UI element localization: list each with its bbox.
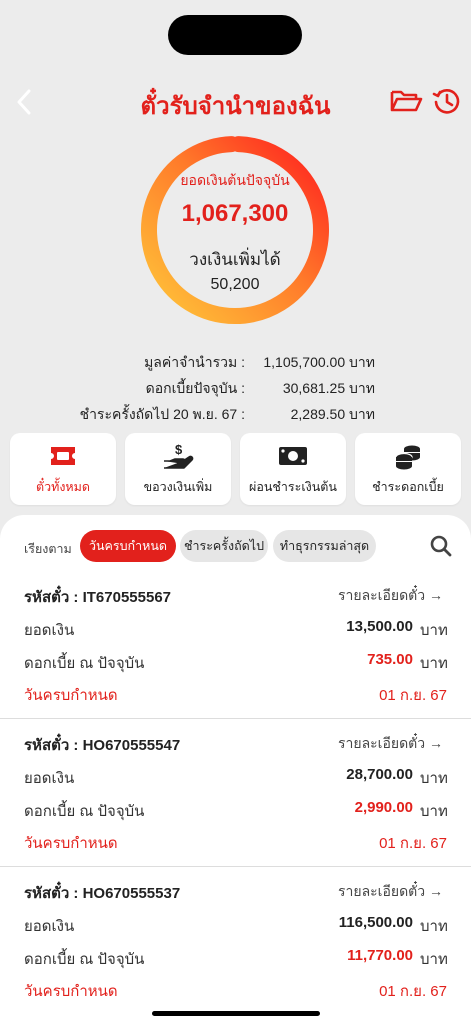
pay-principal-button[interactable]: ผ่อนชำระเงินต้น (240, 433, 346, 505)
ticket-detail-link[interactable]: รายละเอียดตั๋ว → (338, 585, 443, 607)
principal-amount: 28,700.00 (346, 766, 413, 783)
summary-row: มูลค่าจำนำรวม : 1,105,700.00 บาท (0, 352, 471, 374)
ticket-icon (51, 447, 75, 465)
summary-label: มูลค่าจำนำรวม : (144, 354, 245, 370)
interest-amount: 2,990.00 (354, 799, 413, 816)
summary-value: 1,105,700.00 บาท (263, 354, 375, 370)
sort-bar: เรียงตาม วันครบกำหนด ชำระครั้งถัดไป ทำธุ… (0, 530, 471, 562)
currency-unit: บาท (420, 622, 448, 639)
ticket-sheet: เรียงตาม วันครบกำหนด ชำระครั้งถัดไป ทำธุ… (0, 515, 471, 1024)
sort-chip-due-date[interactable]: วันครบกำหนด (80, 530, 176, 562)
due-date: 01 ก.ย. 67 (379, 687, 447, 704)
summary-row: ชำระครั้งถัดไป 20 พ.ย. 67 : 2,289.50 บาท (0, 404, 471, 426)
pay-interest-button[interactable]: ชำระดอกเบี้ย (355, 433, 461, 505)
search-button[interactable] (429, 534, 453, 558)
summary-value: 30,681.25 บาท (282, 380, 375, 396)
summary-value: 2,289.50 บาท (290, 406, 375, 422)
banknote-icon (279, 447, 307, 465)
all-tickets-button[interactable]: ตั๋วทั้งหมด (10, 433, 116, 505)
history-button[interactable] (432, 86, 462, 116)
currency-unit: บาท (420, 803, 448, 820)
ticket-code: รหัสตั๋ว : HO670555547 (24, 737, 181, 754)
home-indicator[interactable] (152, 1011, 320, 1016)
principal-label: ยอดเงิน (24, 918, 75, 935)
ticket-card[interactable]: รหัสตั๋ว : IT670555567 รายละเอียดตั๋ว → … (0, 571, 471, 719)
action-bar: ตั๋วทั้งหมด $ ขอวงเงินเพิ่ม ผ่อนชำระเงิน… (10, 433, 462, 505)
header: ตั๋วรับจำนำของฉัน (0, 80, 471, 124)
ticket-detail-link[interactable]: รายละเอียดตั๋ว → (338, 881, 443, 903)
arrow-right-icon: → (429, 735, 443, 751)
due-date: 01 ก.ย. 67 (379, 835, 447, 852)
sort-chip-latest-transaction[interactable]: ทำธุรกรรมล่าสุด (273, 530, 376, 562)
due-date: 01 ก.ย. 67 (379, 983, 447, 1000)
arrow-right-icon: → (429, 587, 443, 603)
extra-credit-value: 50,200 (210, 276, 260, 293)
request-credit-button[interactable]: $ ขอวงเงินเพิ่ม (125, 433, 231, 505)
sort-label: เรียงตาม (24, 542, 72, 556)
progress-ring (141, 136, 329, 325)
interest-label: ดอกเบี้ย ณ ปัจจุบัน (24, 951, 145, 968)
principal-amount: 116,500.00 (338, 914, 413, 931)
summary-row: ดอกเบี้ยปัจจุบัน : 30,681.25 บาท (0, 378, 471, 400)
principal-label: ยอดเงิน (24, 622, 75, 639)
interest-amount: 11,770.00 (347, 947, 413, 964)
due-date-label: วันครบกำหนด (24, 687, 118, 704)
hand-money-icon: $ (164, 443, 194, 469)
currency-unit: บาท (420, 951, 448, 968)
sort-chip-next-payment[interactable]: ชำระครั้งถัดไป (180, 530, 268, 562)
summary-label: ชำระครั้งถัดไป 20 พ.ย. 67 : (79, 406, 245, 422)
currency-unit: บาท (420, 918, 448, 935)
coins-icon (395, 445, 420, 470)
currency-unit: บาท (420, 770, 448, 787)
principal-amount: 13,500.00 (346, 618, 413, 635)
balance-ring: ยอดเงินต้นปัจจุบัน 1,067,300 วงเงินเพิ่ม… (135, 130, 335, 330)
interest-label: ดอกเบี้ย ณ ปัจจุบัน (24, 655, 145, 672)
interest-label: ดอกเบี้ย ณ ปัจจุบัน (24, 803, 145, 820)
due-date-label: วันครบกำหนด (24, 835, 118, 852)
svg-text:$: $ (175, 443, 183, 457)
dynamic-island (168, 15, 302, 55)
action-label: ตั๋วทั้งหมด (35, 480, 91, 494)
principal-value: 1,067,300 (181, 200, 289, 227)
principal-label: ยอดเงินต้นปัจจุบัน (180, 172, 290, 188)
ticket-card[interactable]: รหัสตั๋ว : HO670555537 รายละเอียดตั๋ว → … (0, 867, 471, 1015)
interest-amount: 735.00 (367, 651, 413, 668)
search-icon (430, 535, 452, 557)
currency-unit: บาท (420, 655, 448, 672)
summary-label: ดอกเบี้ยปัจจุบัน : (145, 380, 245, 396)
due-date-label: วันครบกำหนด (24, 983, 118, 1000)
principal-label: ยอดเงิน (24, 770, 75, 787)
ticket-code: รหัสตั๋ว : IT670555567 (24, 589, 172, 606)
action-label: ชำระดอกเบี้ย (372, 480, 444, 494)
action-label: ผ่อนชำระเงินต้น (249, 480, 337, 494)
action-label: ขอวงเงินเพิ่ม (143, 480, 213, 494)
ticket-card[interactable]: รหัสตั๋ว : HO670555547 รายละเอียดตั๋ว → … (0, 719, 471, 867)
history-icon (432, 89, 460, 114)
extra-credit-label: วงเงินเพิ่มได้ (189, 250, 281, 269)
ticket-code: รหัสตั๋ว : HO670555537 (24, 885, 181, 902)
arrow-right-icon: → (429, 883, 443, 899)
folder-open-icon (390, 90, 423, 112)
ticket-detail-link[interactable]: รายละเอียดตั๋ว → (338, 733, 443, 755)
folder-button[interactable] (389, 86, 423, 116)
